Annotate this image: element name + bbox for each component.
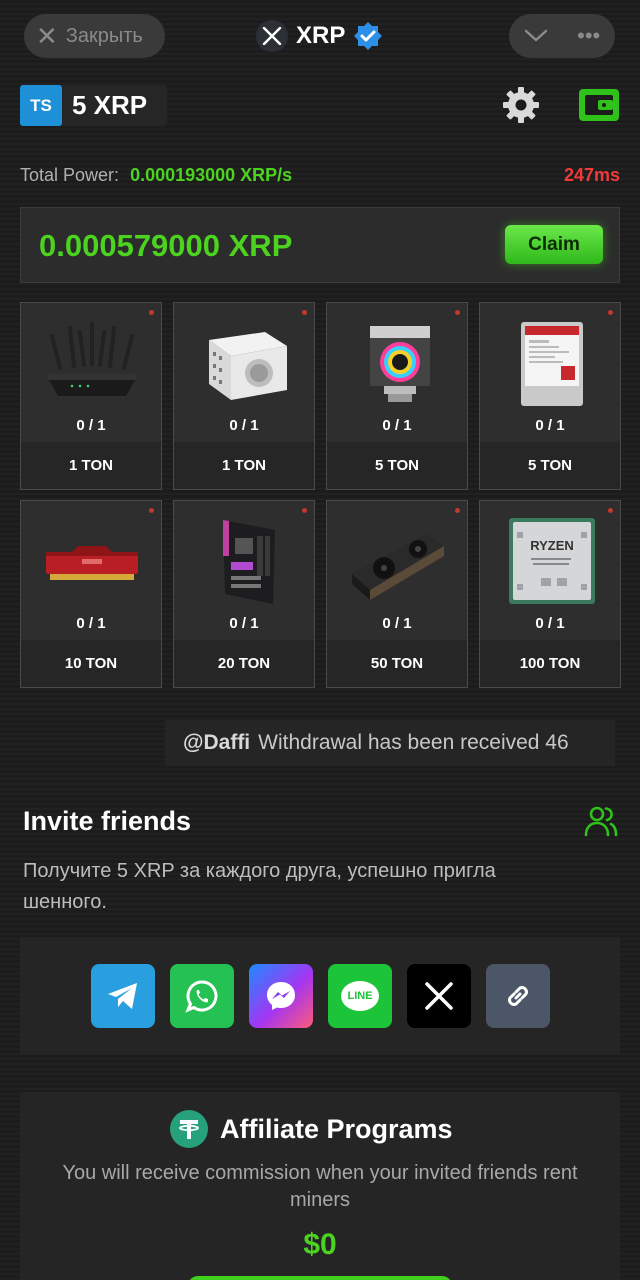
affiliate-panel: Affiliate Programs You will receive comm…	[20, 1092, 620, 1280]
miner-card-gpu[interactable]: 0 / 1 50 TON	[326, 500, 468, 688]
ticker-user: @Daffi	[183, 731, 251, 754]
miner-price[interactable]: 50 TON	[327, 640, 467, 687]
miner-card-psu[interactable]: 0 / 1 1 TON	[173, 302, 315, 490]
miner-card-cpu[interactable]: RYZEN 0 / 1 100 TON	[479, 500, 621, 688]
line-icon: LINE	[341, 981, 379, 1011]
power-label: Total Power:	[20, 165, 120, 185]
status-dot	[455, 310, 460, 315]
miners-grid: 0 / 1 1 TON 0 / 1 1 TON 0 / 1 5 TON 0 / …	[20, 302, 621, 688]
cpu-icon: RYZEN	[496, 511, 606, 611]
app-title: XRP	[256, 18, 383, 54]
link-icon	[508, 986, 528, 1006]
invite-description: Получите 5 XRP за каждого друга, успешно…	[23, 860, 496, 913]
share-telegram-button[interactable]	[91, 964, 155, 1028]
status-dot	[608, 310, 613, 315]
motherboard-icon	[190, 511, 300, 611]
claim-button[interactable]: Claim	[505, 225, 603, 264]
mined-amount: 0.000579000 XRP	[39, 228, 293, 263]
whatsapp-icon	[185, 980, 218, 1013]
miner-price[interactable]: 5 TON	[327, 442, 467, 489]
close-label: Закрыть	[65, 24, 143, 47]
miner-count: 0 / 1	[535, 615, 565, 632]
x-logo-icon	[425, 982, 453, 1010]
hard-drive-icon	[496, 313, 606, 413]
miner-card-motherboard[interactable]: 0 / 1 20 TON	[173, 500, 315, 688]
power-row: Total Power: 0.000193000 XRP/s 247ms	[20, 165, 620, 189]
miner-count: 0 / 1	[76, 417, 106, 434]
status-dot	[149, 310, 154, 315]
miner-card-ram[interactable]: 0 / 1 10 TON	[20, 500, 162, 688]
affiliate-header: Affiliate Programs	[170, 1110, 453, 1148]
messenger-icon	[267, 982, 295, 1010]
miner-count: 0 / 1	[229, 615, 259, 632]
router-icon	[37, 313, 147, 413]
friends-icon[interactable]	[583, 803, 619, 839]
wallet-icon[interactable]	[578, 86, 620, 124]
miner-card-hdd[interactable]: 0 / 1 5 TON	[479, 302, 621, 490]
more-icon[interactable]: •••	[577, 23, 600, 49]
miner-card-router[interactable]: 0 / 1 1 TON	[20, 302, 162, 490]
affiliate-action-button[interactable]	[188, 1276, 452, 1280]
xrp-logo-icon	[256, 20, 288, 52]
cpu-cooler-icon	[343, 313, 453, 413]
miner-count: 0 / 1	[382, 417, 412, 434]
miner-count: 0 / 1	[382, 615, 412, 632]
miner-count: 0 / 1	[76, 615, 106, 632]
balance-amount: 5 XRP	[72, 90, 148, 120]
share-x-button[interactable]	[407, 964, 471, 1028]
affiliate-title: Affiliate Programs	[220, 1113, 453, 1144]
close-icon: ✕	[36, 21, 58, 51]
gpu-icon	[343, 511, 453, 611]
status-dot	[149, 508, 154, 513]
claim-panel: 0.000579000 XRP Claim	[20, 207, 620, 283]
share-messenger-button[interactable]	[249, 964, 313, 1028]
miner-count: 0 / 1	[229, 417, 259, 434]
miner-price[interactable]: 1 TON	[21, 442, 161, 489]
miner-price[interactable]: 1 TON	[174, 442, 314, 489]
miner-price[interactable]: 100 TON	[480, 640, 620, 687]
withdrawal-ticker: @Daffi Withdrawal has been received 46	[165, 720, 615, 766]
miner-price[interactable]: 10 TON	[21, 640, 161, 687]
power-supply-icon	[190, 313, 300, 413]
menu-pill: •••	[509, 14, 615, 58]
verified-badge-icon	[354, 22, 383, 50]
top-bar: ✕ Закрыть XRP •••	[0, 14, 640, 58]
status-dot	[608, 508, 613, 513]
share-line-button[interactable]: LINE	[328, 964, 392, 1028]
ticker-message: Withdrawal has been received 46	[258, 731, 569, 754]
telegram-icon	[108, 983, 137, 1009]
tether-icon	[170, 1110, 208, 1148]
invite-title: Invite friends	[23, 806, 192, 836]
affiliate-amount: $0	[303, 1228, 337, 1261]
ts-badge: TS	[20, 85, 62, 126]
balance-chip: TS 5 XRP	[20, 85, 168, 126]
copy-link-button[interactable]	[486, 964, 550, 1028]
power-value: 0.000193000 XRP/s	[130, 165, 293, 185]
affiliate-description: You will receive commission when your in…	[62, 1162, 578, 1211]
miner-price[interactable]: 20 TON	[174, 640, 314, 687]
close-button[interactable]: ✕ Закрыть	[24, 14, 165, 58]
status-dot	[302, 310, 307, 315]
chevron-down-icon[interactable]	[524, 23, 548, 49]
miner-price[interactable]: 5 TON	[480, 442, 620, 489]
miner-count: 0 / 1	[535, 417, 565, 434]
ram-icon	[37, 511, 147, 611]
status-dot	[302, 508, 307, 513]
status-dot	[455, 508, 460, 513]
gear-icon[interactable]	[501, 85, 541, 125]
share-whatsapp-button[interactable]	[170, 964, 234, 1028]
svg-text:RYZEN: RYZEN	[530, 538, 574, 553]
miner-card-cooler[interactable]: 0 / 1 5 TON	[326, 302, 468, 490]
ping-value: 247ms	[563, 165, 620, 185]
share-panel: LINE	[20, 937, 620, 1055]
title-text: XRP	[296, 22, 346, 49]
